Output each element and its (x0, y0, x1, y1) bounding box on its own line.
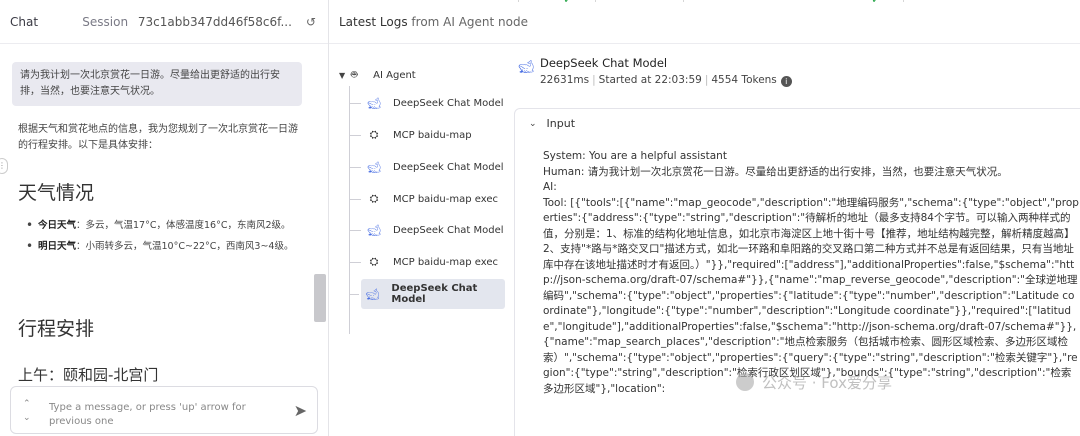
robot-icon: 🤖︎ (350, 67, 358, 81)
log-tree: ▼ 🤖︎ AI Agent 🐋︎ DeepSeek Chat Model ⛭ M… (329, 44, 508, 436)
deepseek-icon: 🐋︎ (367, 160, 381, 174)
panel-resize-handle[interactable]: ⋮ (0, 158, 8, 174)
wechat-icon (736, 373, 754, 391)
connector-line (683, 0, 684, 2)
input-section-label: Input (546, 117, 576, 130)
message-input[interactable]: ⌃ ⌄ Type a message, or press 'up' arrow f… (10, 386, 318, 434)
app-root: Chat Session 73c1abb347dd46f58c6f... ↺ 请… (0, 0, 1080, 436)
model-stats: 22631ms | Started at 22:03:59 | 4554 Tokens i (540, 74, 792, 87)
refresh-icon[interactable]: ↺ (306, 15, 316, 29)
morning-heading: 上午：颐和园-北宫门 (18, 366, 159, 382)
weather-item-label: 今日天气 (38, 220, 77, 231)
input-content: System: You are a helpful assistant Huma… (543, 150, 1079, 395)
check-icon: ✓ (871, 0, 887, 6)
weather-item-text: ：小雨转多云，气温10°C~22°C，西南风3~4级。 (76, 241, 294, 252)
tree-item-selected[interactable]: 🐋︎ DeepSeek Chat Model (349, 279, 505, 309)
started-at: Started at 22:03:59 (598, 74, 702, 86)
tree-item-label: DeepSeek Chat Model (393, 161, 504, 173)
plan-heading: 行程安排 (18, 318, 95, 340)
tree-item[interactable]: 🐋︎ DeepSeek Chat Model (349, 92, 505, 114)
chat-scrollbar[interactable] (314, 274, 326, 322)
session-id[interactable]: 73c1abb347dd46f58c6f... (138, 15, 292, 29)
weather-item-text: ：多云，气温17°C，体感温度16°C，东南风2级。 (76, 220, 291, 231)
history-arrows-icon[interactable]: ⌃ ⌄ (23, 397, 31, 425)
chat-messages[interactable]: 请为我计划一次北京赏花一日游。尽量给出更舒适的出行安排，当然，也要注意天气状况。… (0, 44, 328, 382)
deepseek-icon: 🐋︎ (367, 96, 381, 110)
duration: 22631ms (540, 74, 590, 86)
weather-item-label: 明日天气 (38, 241, 77, 252)
bot-intro: 根据天气和赏花地点的信息，我为您规划了一次北京赏花一日游的行程安排。以下是具体安… (18, 124, 298, 151)
tree-item[interactable]: ⛭ MCP baidu-map (349, 124, 505, 146)
logs-title-suffix: from AI Agent node (411, 14, 529, 29)
chat-panel: Chat Session 73c1abb347dd46f58c6f... ↺ 请… (0, 0, 329, 436)
session-info: Session 73c1abb347dd46f58c6f... (82, 15, 292, 29)
logs-title-prefix: Latest Logs (339, 14, 408, 29)
send-icon[interactable]: ➤ (294, 401, 307, 420)
tree-root-label: AI Agent (373, 69, 416, 81)
tree-item[interactable]: 🐋︎ DeepSeek Chat Model (349, 219, 505, 241)
tree-root-ai-agent[interactable]: ▼ 🤖︎ AI Agent (339, 64, 416, 86)
tree-item[interactable]: ⛭ MCP baidu-map exec (349, 251, 505, 273)
logs-title: Latest Logs from AI Agent node (339, 15, 528, 29)
canvas-edge-strip: ✓ ✓ (329, 0, 1080, 8)
mcp-icon: ⛭ (369, 255, 379, 268)
tree-item-label: DeepSeek Chat Model (361, 279, 505, 309)
tree-item[interactable]: 🐋︎ DeepSeek Chat Model (349, 156, 505, 178)
tree-item-label: DeepSeek Chat Model (393, 97, 504, 109)
deepseek-icon: 🐋︎ (365, 287, 380, 301)
list-item: 今日天气：多云，气温17°C，体感温度16°C，东南风2级。 (26, 218, 302, 233)
caret-down-icon[interactable]: ▼ (339, 71, 345, 80)
model-summary: 🐋︎ DeepSeek Chat Model 22631ms | Started a… (518, 56, 792, 87)
bot-message: 根据天气和赏花地点的信息，我为您规划了一次北京赏花一日游的行程安排。以下是具体安… (18, 122, 300, 382)
weather-list: 今日天气：多云，气温17°C，体感温度16°C，东南风2级。 明日天气：小雨转多… (26, 218, 302, 260)
tree-item-label: MCP baidu-map exec (393, 256, 498, 268)
session-label: Session (82, 14, 129, 29)
chevron-down-icon[interactable]: ⌄ (529, 119, 537, 129)
tree-item-label: MCP baidu-map exec (393, 193, 498, 205)
token-count: 4554 Tokens (711, 74, 777, 86)
chat-title: Chat (10, 14, 39, 29)
mcp-icon: ⛭ (369, 128, 379, 141)
connector-line (518, 0, 519, 2)
tree-item[interactable]: ⛭ MCP baidu-map exec (349, 188, 505, 210)
deepseek-icon: 🐋︎ (367, 223, 381, 237)
watermark-text: 公众号 · Fox爱分享 (762, 374, 892, 392)
connector-line (903, 0, 904, 2)
tree-item-label: DeepSeek Chat Model (393, 224, 504, 236)
check-icon: ✓ (563, 0, 579, 6)
input-section-header[interactable]: ⌄ Input (529, 117, 575, 130)
info-icon[interactable]: i (780, 76, 792, 87)
tree-item-label: MCP baidu-map (393, 129, 472, 141)
user-message: 请为我计划一次北京赏花一日游。尽量给出更舒适的出行安排，当然，也要注意天气状况。 (12, 62, 302, 106)
mcp-icon: ⛭ (369, 192, 379, 205)
message-placeholder: Type a message, or press 'up' arrow for … (49, 402, 246, 427)
chat-header: Chat Session 73c1abb347dd46f58c6f... ↺ (0, 0, 328, 44)
watermark: 公众号 · Fox爱分享 (736, 372, 892, 393)
list-item: 明日天气：小雨转多云，气温10°C~22°C，西南风3~4级。 (26, 239, 302, 254)
connector-line (595, 0, 596, 2)
logs-header: ✓ ✓ Latest Logs from AI Agent node (329, 0, 1080, 44)
deepseek-icon: 🐋︎ (518, 60, 535, 75)
weather-heading: 天气情况 (18, 182, 95, 204)
model-name: DeepSeek Chat Model (540, 56, 668, 70)
